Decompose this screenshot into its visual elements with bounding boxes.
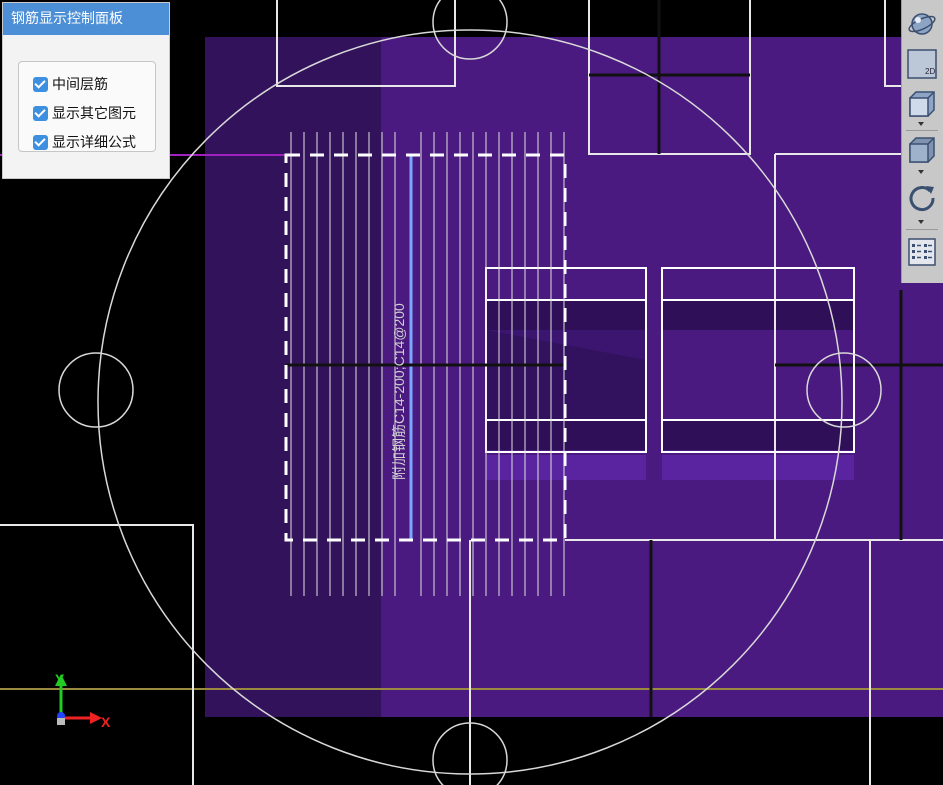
rotate-dropdown[interactable] bbox=[918, 220, 924, 224]
list-settings-button[interactable] bbox=[906, 236, 938, 268]
checkbox-checked-icon bbox=[33, 76, 48, 92]
checkbox-label: 显示其它图元 bbox=[52, 106, 136, 122]
rotate-button[interactable] bbox=[906, 181, 938, 213]
toolbar-divider bbox=[906, 229, 938, 230]
checkbox-checked-icon bbox=[33, 134, 48, 150]
cube-dropdown[interactable] bbox=[918, 170, 924, 174]
list-settings-icon bbox=[908, 238, 936, 266]
options-group: 中间层筋 显示其它图元 显示详细公式 bbox=[18, 61, 156, 152]
view-2d-icon: 2D bbox=[907, 49, 937, 79]
box-view-icon bbox=[909, 91, 935, 117]
rebar-annotation[interactable]: 附加钢筋C14-200;C14@200 bbox=[391, 303, 407, 480]
box-view-dropdown[interactable] bbox=[918, 122, 924, 126]
axis-x-label: X bbox=[101, 714, 111, 730]
orbit-button[interactable] bbox=[906, 8, 938, 40]
slab-region bbox=[205, 37, 943, 717]
checkbox-label: 中间层筋 bbox=[52, 77, 108, 93]
checkbox-show-detailed-formula[interactable]: 显示详细公式 bbox=[33, 132, 136, 152]
view-2d-button[interactable]: 2D bbox=[906, 48, 938, 80]
view-toolbar: 2D bbox=[901, 0, 943, 283]
axis-y-label: Y bbox=[55, 671, 65, 687]
cube-button[interactable] bbox=[906, 134, 938, 166]
panel-title: 钢筋显示控制面板 bbox=[3, 3, 169, 35]
cube-icon bbox=[909, 137, 935, 163]
checkbox-label: 显示详细公式 bbox=[52, 135, 136, 151]
orbit-icon bbox=[908, 13, 936, 35]
checkbox-middle-layer-rebar[interactable]: 中间层筋 bbox=[33, 74, 108, 94]
checkbox-show-other-elements[interactable]: 显示其它图元 bbox=[33, 103, 136, 123]
box-view-button[interactable] bbox=[906, 88, 938, 120]
rotate-icon bbox=[909, 186, 935, 212]
rebar-display-control-panel: 钢筋显示控制面板 中间层筋 显示其它图元 显示详细公式 bbox=[2, 2, 170, 179]
svg-text:2D: 2D bbox=[925, 67, 935, 76]
checkbox-checked-icon bbox=[33, 105, 48, 121]
toolbar-divider bbox=[906, 130, 938, 131]
